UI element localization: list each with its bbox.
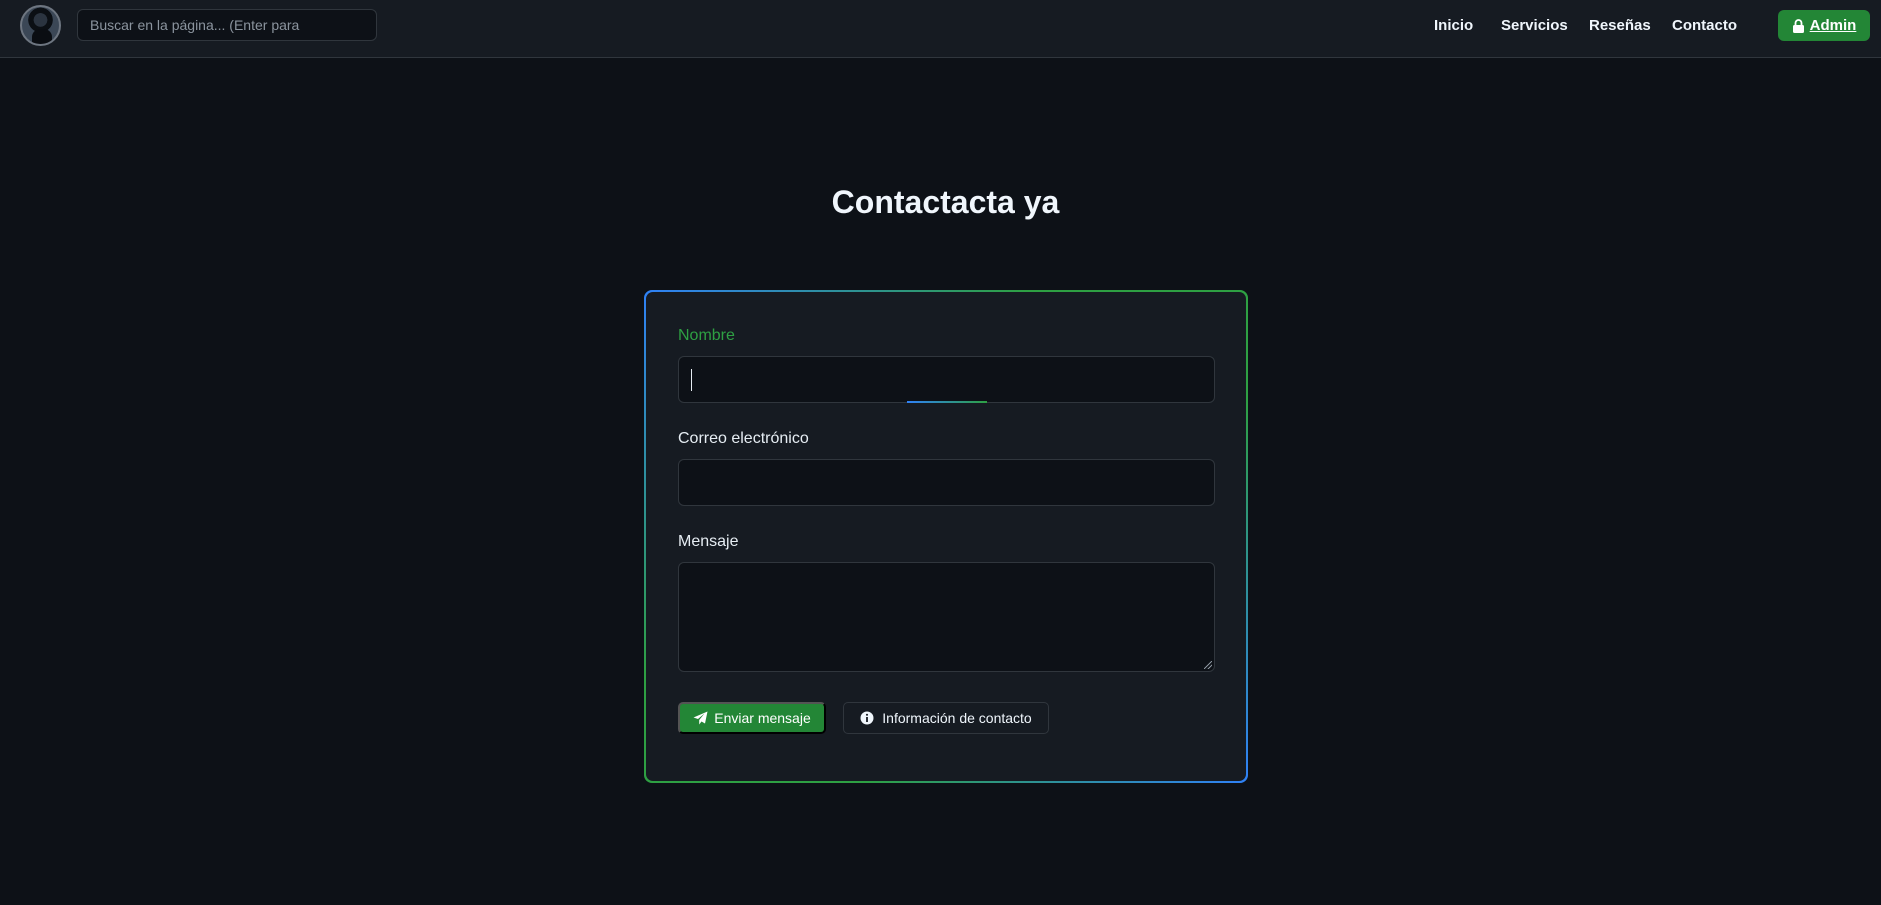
resize-handle[interactable] [1204, 661, 1212, 669]
nav-link-servicios[interactable]: Servicios [1501, 17, 1568, 34]
send-message-button[interactable]: Enviar mensaje [678, 702, 826, 734]
avatar[interactable] [20, 5, 61, 46]
contact-info-label: Información de contacto [882, 710, 1032, 726]
contact-info-button[interactable]: Información de contacto [843, 702, 1049, 734]
contact-form: Nombre Correo electrónico Mensaje Enviar… [646, 292, 1246, 781]
message-label: Mensaje [678, 533, 739, 550]
nav-link-resenas[interactable]: Reseñas [1589, 17, 1651, 34]
email-label: Correo electrónico [678, 430, 809, 447]
text-caret [691, 369, 692, 391]
page-title: Contactacta ya [831, 184, 1060, 220]
top-navbar: Buscar en la página... (Enter para Inici… [0, 0, 1881, 58]
name-label: Nombre [678, 327, 735, 344]
name-field[interactable] [678, 356, 1215, 403]
paper-plane-icon [693, 711, 708, 725]
lock-icon [1792, 18, 1804, 33]
search-input[interactable]: Buscar en la página... (Enter para [77, 9, 377, 41]
admin-button[interactable]: Admin [1778, 10, 1870, 41]
nav-link-inicio[interactable]: Inicio [1434, 17, 1473, 34]
contact-form-card: Nombre Correo electrónico Mensaje Enviar… [644, 290, 1248, 783]
admin-label: Admin [1809, 17, 1857, 34]
focus-underline [907, 401, 987, 403]
send-message-label: Enviar mensaje [714, 710, 811, 726]
email-field[interactable] [678, 459, 1215, 506]
info-circle-icon [860, 711, 874, 725]
nav-link-contacto[interactable]: Contacto [1672, 17, 1737, 34]
message-textarea[interactable] [678, 562, 1215, 672]
